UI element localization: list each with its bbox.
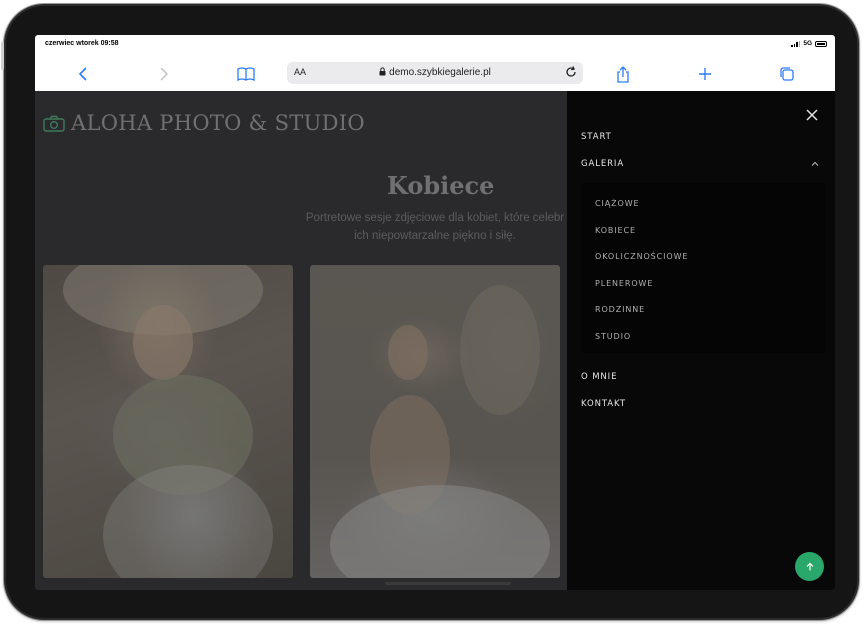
screen: czerwiec wtorek 09:58 5G AA demo.szybkie… <box>35 35 835 590</box>
menu-item-start[interactable]: START <box>581 132 612 142</box>
back-icon <box>78 67 87 81</box>
share-icon <box>617 65 629 83</box>
plus-icon <box>699 68 711 80</box>
submenu-item-plenerowe[interactable]: PLENEROWE <box>595 279 653 288</box>
status-indicators: 5G <box>791 40 827 47</box>
submenu-item-studio[interactable]: STUDIO <box>595 332 631 341</box>
forward-icon <box>160 67 169 81</box>
status-bar: czerwiec wtorek 09:58 5G <box>35 35 835 55</box>
battery-icon <box>815 40 827 47</box>
tabs-icon <box>780 67 794 81</box>
reload-icon[interactable] <box>564 65 578 79</box>
address-bar[interactable]: AA demo.szybkiegalerie.pl <box>287 62 583 84</box>
chevron-up-icon[interactable] <box>811 160 819 168</box>
tabs-button[interactable] <box>776 63 798 85</box>
submenu-item-kobiece[interactable]: KOBIECE <box>595 226 636 235</box>
face-shape <box>388 325 428 380</box>
lock-icon <box>379 67 386 76</box>
back-button[interactable] <box>72 63 94 85</box>
navigation-menu: START GALERIA CIĄŻOWE KOBIECE OKOLICZNOŚ… <box>567 91 835 590</box>
submenu-item-rodzinne[interactable]: RODZINNE <box>595 305 645 314</box>
macrame-shape <box>460 285 540 415</box>
safari-toolbar: AA demo.szybkiegalerie.pl <box>35 55 835 92</box>
submenu-item-okolicznosciowe[interactable]: OKOLICZNOŚCIOWE <box>595 252 688 261</box>
url-text: demo.szybkiegalerie.pl <box>389 67 491 78</box>
volume-button <box>1 42 4 70</box>
submenu-item-ciazowe[interactable]: CIĄŻOWE <box>595 199 639 208</box>
share-button[interactable] <box>612 63 634 85</box>
scroll-to-top-button[interactable] <box>795 552 824 581</box>
arrow-up-icon <box>806 562 813 570</box>
camera-icon <box>43 115 65 132</box>
site-logo[interactable]: ALOHA PHOTO & STUDIO <box>43 111 365 135</box>
webpage: ALOHA PHOTO & STUDIO Kobiece Portretowe … <box>35 91 835 590</box>
url-display[interactable]: demo.szybkiegalerie.pl <box>287 67 583 78</box>
bookmarks-button[interactable] <box>235 63 257 85</box>
gallery-photo-1[interactable] <box>43 265 293 578</box>
signal-icon <box>791 40 801 47</box>
page-title: Kobiece <box>387 171 495 200</box>
bookmarks-icon <box>237 67 255 81</box>
face-shape <box>133 305 193 380</box>
close-icon[interactable] <box>805 108 819 122</box>
menu-item-galeria[interactable]: GALERIA <box>581 159 624 169</box>
blanket-shape <box>330 485 550 578</box>
menu-item-o-mnie[interactable]: O MNIE <box>581 372 617 382</box>
new-tab-button[interactable] <box>694 63 716 85</box>
dress-shape <box>103 465 273 578</box>
home-indicator <box>385 582 511 585</box>
logo-text: ALOHA PHOTO & STUDIO <box>71 111 365 135</box>
network-label: 5G <box>803 40 812 47</box>
menu-item-kontakt[interactable]: KONTAKT <box>581 399 626 409</box>
gallery-photo-2[interactable] <box>310 265 560 578</box>
galeria-submenu <box>581 183 825 353</box>
forward-button[interactable] <box>153 63 175 85</box>
status-time: czerwiec wtorek 09:58 <box>45 40 119 47</box>
